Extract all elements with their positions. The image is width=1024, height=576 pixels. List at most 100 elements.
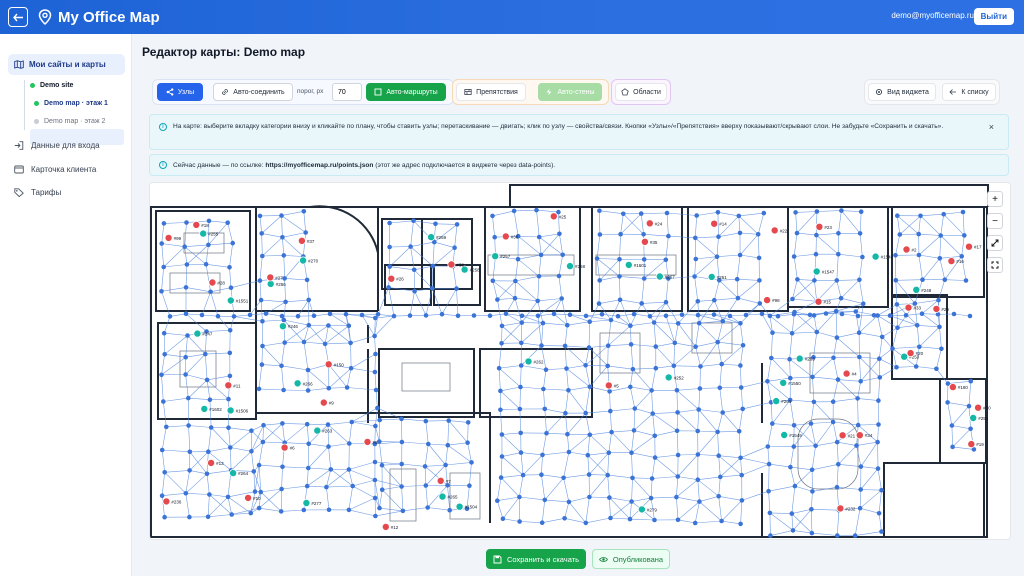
path-node[interactable] [836,231,841,236]
path-node[interactable] [465,420,471,425]
path-node[interactable] [893,253,898,258]
path-node[interactable] [301,507,307,513]
path-node[interactable] [629,499,634,504]
path-node[interactable] [249,449,254,454]
path-node[interactable] [306,322,312,328]
meeting-marker[interactable]: #267 [655,272,675,281]
path-node[interactable] [215,313,221,319]
path-node[interactable] [512,295,518,301]
path-node[interactable] [855,422,861,428]
path-node[interactable] [652,517,657,523]
path-node[interactable] [257,278,263,283]
path-node[interactable] [663,313,669,319]
path-node[interactable] [425,505,431,510]
path-node[interactable] [326,323,331,328]
threshold-input[interactable] [332,83,362,101]
path-node[interactable] [621,211,626,217]
desk-marker[interactable]: #13 [207,458,225,467]
path-node[interactable] [608,408,613,414]
path-node[interactable] [161,399,166,404]
desk-marker[interactable]: #26 [387,274,405,283]
path-node[interactable] [433,221,438,227]
path-node[interactable] [227,373,233,379]
path-node[interactable] [583,520,589,526]
logout-button[interactable]: Выйти [973,8,1014,25]
path-node[interactable] [567,312,573,317]
path-node[interactable] [386,285,391,290]
back-to-list-button[interactable]: К списку [942,83,996,101]
path-node[interactable] [860,254,865,260]
path-node[interactable] [446,418,452,423]
path-node[interactable] [518,384,523,390]
path-node[interactable] [942,277,948,282]
path-node[interactable] [759,311,765,317]
path-node[interactable] [594,256,600,261]
path-node[interactable] [515,256,521,262]
path-node[interactable] [766,488,771,494]
path-node[interactable] [256,386,262,392]
path-node[interactable] [920,277,925,282]
path-node[interactable] [807,312,813,318]
path-node[interactable] [792,483,798,489]
path-node[interactable] [765,444,771,449]
path-node[interactable] [511,208,517,214]
path-node[interactable] [736,213,742,219]
path-node[interactable] [203,351,208,357]
desk-marker[interactable]: #20 [906,349,924,358]
meeting-marker[interactable]: #1504 [455,502,478,511]
path-node[interactable] [373,315,378,321]
path-node[interactable] [469,460,474,465]
desk-marker[interactable]: #37 [297,236,315,245]
path-node[interactable] [566,449,572,455]
path-node[interactable] [206,449,211,455]
path-node[interactable] [231,314,237,319]
path-node[interactable] [379,462,385,468]
path-node[interactable] [950,444,955,450]
meeting-marker[interactable]: #283 [795,354,815,363]
path-node[interactable] [833,308,839,314]
sidebar-item-tariffs[interactable]: Тарифы [14,188,61,197]
path-node[interactable] [934,366,939,372]
path-node[interactable] [875,466,881,471]
path-node[interactable] [855,396,860,401]
path-node[interactable] [206,242,211,248]
zoom-out-button[interactable]: − [987,213,1003,229]
path-node[interactable] [697,386,703,391]
autoroutes-button[interactable]: Авто-маршруты [366,83,446,101]
path-node[interactable] [641,232,646,237]
path-node[interactable] [534,207,539,213]
path-node[interactable] [696,320,702,326]
path-node[interactable] [757,301,763,306]
meeting-marker[interactable]: #1601 [624,260,647,269]
path-node[interactable] [304,421,310,427]
path-node[interactable] [740,343,746,348]
path-node[interactable] [490,213,495,219]
path-node[interactable] [542,497,548,503]
path-node[interactable] [809,467,815,473]
path-node[interactable] [834,484,840,490]
path-node[interactable] [326,444,331,449]
path-node[interactable] [256,505,262,511]
path-node[interactable] [228,445,233,450]
path-node[interactable] [400,508,406,514]
path-node[interactable] [423,483,429,488]
path-node[interactable] [535,313,541,319]
path-node[interactable] [205,514,211,520]
path-node[interactable] [517,519,522,524]
path-node[interactable] [599,312,605,317]
path-node[interactable] [247,312,253,318]
path-node[interactable] [653,365,659,371]
path-node[interactable] [282,340,287,345]
floor-plan-canvas[interactable]: #99#270#269#268#267#98#1547#248#1602#266… [150,183,1011,540]
meeting-marker[interactable]: #255 [199,229,219,238]
path-node[interactable] [377,417,382,423]
path-node[interactable] [372,333,377,339]
path-node[interactable] [675,452,681,458]
path-node[interactable] [735,295,741,301]
meeting-marker[interactable]: #279 [637,505,657,514]
path-node[interactable] [641,257,647,262]
desk-marker[interactable]: #22 [770,226,788,235]
path-node[interactable] [226,396,231,402]
path-node[interactable] [347,441,352,446]
desk-marker[interactable]: #99 [164,233,182,242]
